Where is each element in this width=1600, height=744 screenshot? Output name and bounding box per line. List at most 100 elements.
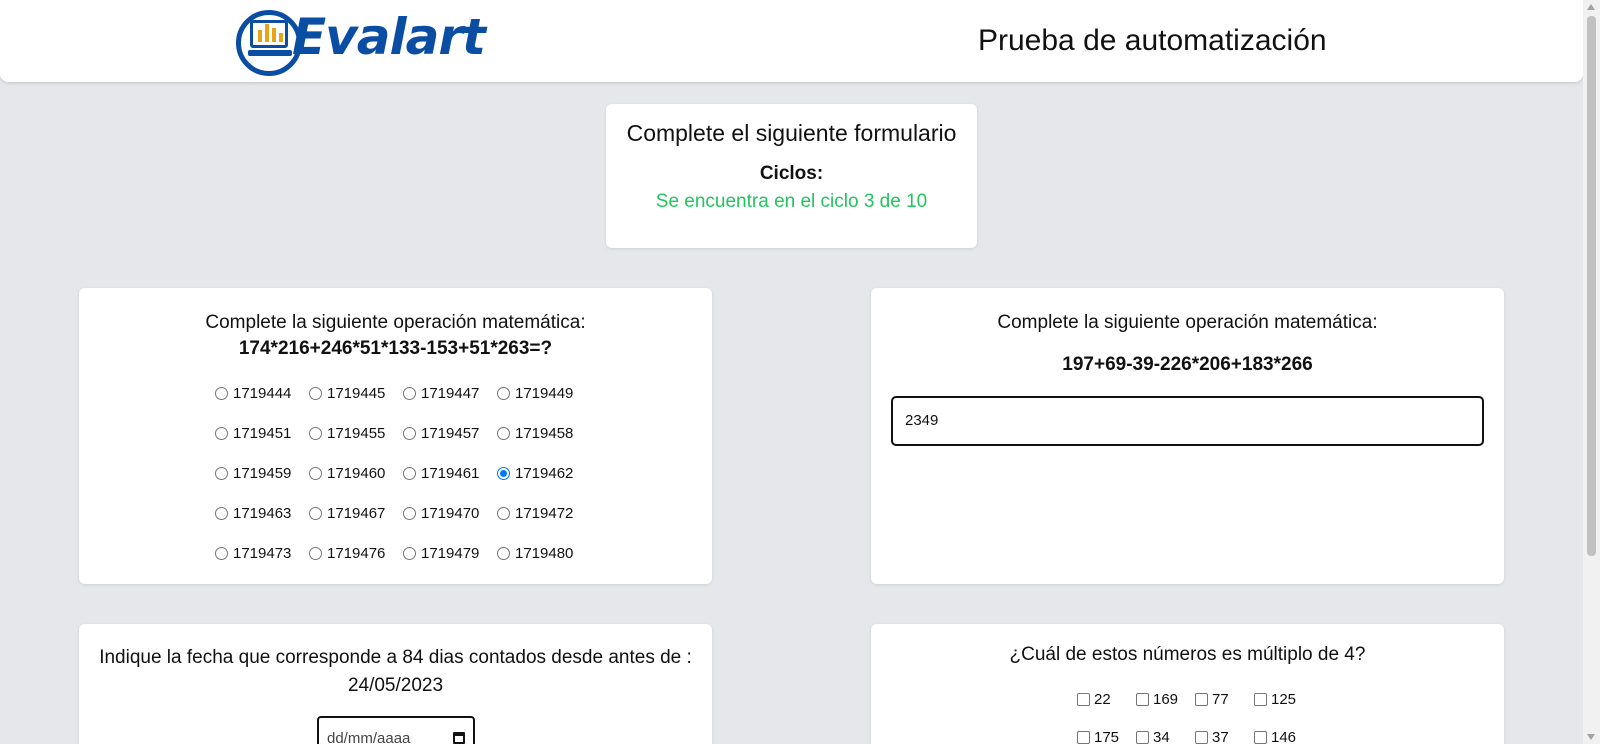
- vertical-scrollbar[interactable]: [1583, 0, 1600, 744]
- checkbox-option[interactable]: 34: [1136, 728, 1195, 744]
- radio-option[interactable]: 1719473: [215, 544, 309, 562]
- radio-label: 1719463: [233, 504, 292, 522]
- checkbox[interactable]: [1136, 692, 1149, 706]
- radio-button[interactable]: [215, 386, 228, 400]
- radio-label: 1719461: [421, 464, 480, 482]
- checkbox-label: 125: [1271, 690, 1297, 708]
- radio-label: 1719445: [327, 384, 386, 402]
- question-card-date: Indique la fecha que corresponde a 84 di…: [79, 624, 712, 744]
- radio-button[interactable]: [497, 506, 510, 520]
- radio-button[interactable]: [215, 426, 228, 440]
- radio-label: 1719460: [327, 464, 386, 482]
- radio-option[interactable]: 1719476: [309, 544, 403, 562]
- question-card-radio: Complete la siguiente operación matemáti…: [79, 288, 712, 584]
- logo-text: Evalart: [292, 8, 486, 66]
- radio-label: 1719476: [327, 544, 386, 562]
- radio-option[interactable]: 1719479: [403, 544, 497, 562]
- date-placeholder: dd/mm/aaaa: [327, 730, 411, 744]
- status-card: Complete el siguiente formulario Ciclos:…: [606, 104, 977, 248]
- radio-button[interactable]: [309, 426, 322, 440]
- checkbox-option[interactable]: 22: [1077, 690, 1136, 708]
- radio-button[interactable]: [497, 546, 510, 560]
- checkbox-label: 77: [1212, 690, 1229, 708]
- radio-option[interactable]: 1719457: [403, 424, 497, 442]
- question-prompt: ¿Cuál de estos números es múltiplo de 4?: [1009, 644, 1366, 665]
- checkbox-options: 22 169 77 125 175 34 37 146: [1077, 690, 1313, 744]
- checkbox-option[interactable]: 77: [1195, 690, 1254, 708]
- radio-button[interactable]: [309, 466, 322, 480]
- scroll-thumb[interactable]: [1587, 16, 1596, 556]
- radio-label: 1719451: [233, 424, 292, 442]
- math-operation: 174*216+246*51*133-153+51*263=?: [238, 338, 553, 359]
- question-prompt: Complete la siguiente operación matemáti…: [997, 312, 1378, 333]
- checkbox-option[interactable]: 37: [1195, 728, 1254, 744]
- radio-label: 1719455: [327, 424, 386, 442]
- checkbox[interactable]: [1254, 692, 1267, 706]
- checkbox-label: 34: [1153, 728, 1170, 744]
- radio-button[interactable]: [403, 546, 416, 560]
- radio-option[interactable]: 1719449: [497, 384, 591, 402]
- checkbox-label: 175: [1094, 728, 1120, 744]
- radio-label: 1719462: [515, 464, 574, 482]
- radio-option[interactable]: 1719459: [215, 464, 309, 482]
- radio-button[interactable]: [497, 386, 510, 400]
- radio-option[interactable]: 1719447: [403, 384, 497, 402]
- radio-button[interactable]: [403, 466, 416, 480]
- radio-option[interactable]: 1719480: [497, 544, 591, 562]
- radio-button[interactable]: [497, 466, 510, 480]
- checkbox-option[interactable]: 169: [1136, 690, 1195, 708]
- radio-option[interactable]: 1719461: [403, 464, 497, 482]
- checkbox[interactable]: [1077, 692, 1090, 706]
- radio-option[interactable]: 1719458: [497, 424, 591, 442]
- radio-button[interactable]: [215, 506, 228, 520]
- checkbox-label: 22: [1094, 690, 1111, 708]
- radio-option[interactable]: 1719470: [403, 504, 497, 522]
- radio-option[interactable]: 1719460: [309, 464, 403, 482]
- scroll-up-arrow-icon[interactable]: [1587, 4, 1595, 10]
- radio-label: 1719473: [233, 544, 292, 562]
- radio-label: 1719472: [515, 504, 574, 522]
- checkbox[interactable]: [1077, 730, 1090, 744]
- checkbox-option[interactable]: 125: [1254, 690, 1313, 708]
- checkbox-label: 169: [1153, 690, 1179, 708]
- checkbox-option[interactable]: 146: [1254, 728, 1313, 744]
- checkbox[interactable]: [1136, 730, 1149, 744]
- radio-label: 1719480: [515, 544, 574, 562]
- radio-button[interactable]: [309, 506, 322, 520]
- radio-button[interactable]: [309, 386, 322, 400]
- checkbox[interactable]: [1195, 692, 1208, 706]
- radio-button[interactable]: [215, 466, 228, 480]
- radio-option[interactable]: 1719463: [215, 504, 309, 522]
- radio-label: 1719459: [233, 464, 292, 482]
- radio-button[interactable]: [403, 506, 416, 520]
- radio-option[interactable]: 1719451: [215, 424, 309, 442]
- radio-label: 1719467: [327, 504, 386, 522]
- radio-button[interactable]: [309, 546, 322, 560]
- cycles-status: Se encuentra en el ciclo 3 de 10: [655, 191, 928, 212]
- radio-button[interactable]: [403, 386, 416, 400]
- checkbox-label: 146: [1271, 728, 1297, 744]
- radio-option[interactable]: 1719445: [309, 384, 403, 402]
- date-input[interactable]: dd/mm/aaaa: [317, 716, 475, 744]
- checkbox[interactable]: [1195, 730, 1208, 744]
- radio-button[interactable]: [497, 426, 510, 440]
- radio-button[interactable]: [403, 426, 416, 440]
- radio-option[interactable]: 1719467: [309, 504, 403, 522]
- scroll-down-arrow-icon[interactable]: [1587, 734, 1595, 740]
- radio-label: 1719449: [515, 384, 574, 402]
- answer-input[interactable]: 2349: [891, 396, 1484, 446]
- evalart-logo: Evalart: [236, 8, 486, 78]
- radio-options: 1719444 1719445 1719447 1719449 1719451 17194…: [215, 384, 591, 562]
- math-operation: 197+69-39-226*206+183*266: [1062, 354, 1313, 375]
- checkbox[interactable]: [1254, 730, 1267, 744]
- form-title: Complete el siguiente formulario: [626, 120, 957, 146]
- radio-button[interactable]: [215, 546, 228, 560]
- radio-option[interactable]: 1719455: [309, 424, 403, 442]
- radio-label: 1719479: [421, 544, 480, 562]
- radio-option[interactable]: 1719472: [497, 504, 591, 522]
- checkbox-option[interactable]: 175: [1077, 728, 1136, 744]
- radio-option[interactable]: 1719444: [215, 384, 309, 402]
- radio-option[interactable]: 1719462: [497, 464, 591, 482]
- radio-label: 1719457: [421, 424, 480, 442]
- calendar-icon[interactable]: [453, 732, 465, 744]
